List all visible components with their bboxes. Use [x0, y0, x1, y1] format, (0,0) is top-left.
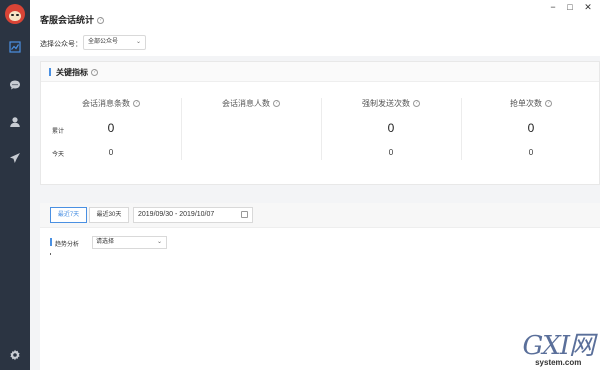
date-range-value: 2019/09/30 - 2019/10/07: [138, 211, 215, 218]
chevron-down-icon: ⌄: [135, 39, 141, 45]
metric-today-messages: 0: [108, 148, 114, 157]
chevron-down-icon: ⌄: [156, 239, 162, 245]
account-select-value: 全部公众号: [88, 39, 119, 45]
key-metrics-title-text: 关键指标: [56, 68, 88, 77]
chat-icon[interactable]: [7, 77, 23, 93]
row-label-today: 今天: [52, 152, 65, 158]
chart-icon[interactable]: [7, 39, 23, 55]
range-toolbar: 最近7天 最近30天 2019/09/30 - 2019/10/07: [40, 203, 600, 228]
avatar-eye-left: [11, 14, 14, 16]
main-content: 客服会话统计? − □ ✕ 选择公众号： 全部公众号 ⌄ 关键指标? 累计 今天…: [30, 0, 600, 370]
metric-label-text: 会话消息条数: [82, 99, 130, 108]
title-bar: 客服会话统计? − □ ✕ 选择公众号： 全部公众号 ⌄: [30, 0, 600, 56]
metric-label-users: 会话消息人数?: [201, 98, 301, 109]
divider: [321, 98, 322, 160]
minimize-button[interactable]: −: [546, 2, 560, 12]
calendar-icon: [241, 211, 248, 218]
chart-placeholder: [50, 253, 51, 255]
gear-icon[interactable]: [7, 347, 23, 363]
date-range-picker[interactable]: 2019/09/30 - 2019/10/07: [133, 207, 253, 223]
help-icon[interactable]: ?: [91, 69, 98, 77]
trend-panel: 最近7天 最近30天 2019/09/30 - 2019/10/07 趋势分析 …: [40, 203, 600, 370]
key-metrics-card: 关键指标? 累计 今天 会话消息条数? 会话消息人数? 强制发送次数? 抢单次数…: [40, 61, 600, 185]
key-metrics-header: 关键指标?: [41, 62, 599, 82]
page-title-text: 客服会话统计: [40, 15, 95, 25]
avatar[interactable]: [5, 4, 25, 24]
metric-total-forced: 0: [387, 121, 395, 135]
help-icon[interactable]: ?: [545, 100, 552, 108]
help-icon[interactable]: ?: [413, 100, 420, 108]
tab-last-7-days[interactable]: 最近7天: [50, 207, 87, 223]
metric-label-grab: 抢单次数?: [481, 98, 581, 109]
avatar-face: [9, 11, 21, 21]
metric-label-text: 会话消息人数: [222, 99, 270, 108]
metric-label-forced: 强制发送次数?: [341, 98, 441, 109]
sidebar: [0, 0, 30, 370]
avatar-eye-right: [16, 14, 19, 16]
key-metrics-title: 关键指标?: [56, 67, 98, 78]
watermark-big: GXI网: [522, 331, 595, 361]
watermark-logo: GXI网 system.com: [522, 331, 595, 367]
tab-last-30-days[interactable]: 最近30天: [89, 207, 129, 223]
metric-total-messages: 0: [107, 121, 115, 135]
metric-label-text: 抢单次数: [510, 99, 542, 108]
page-title: 客服会话统计?: [40, 13, 105, 26]
user-icon[interactable]: [7, 114, 23, 130]
metric-today-forced: 0: [388, 148, 394, 157]
maximize-button[interactable]: □: [563, 2, 577, 12]
row-label-total: 累计: [52, 129, 65, 135]
help-icon[interactable]: ?: [273, 100, 280, 108]
divider: [461, 98, 462, 160]
divider: [181, 98, 182, 160]
metric-today-grab: 0: [528, 148, 534, 157]
trend-select-value: 请选择: [96, 239, 115, 245]
metric-label-text: 强制发送次数: [362, 99, 410, 108]
account-select[interactable]: 全部公众号 ⌄: [83, 35, 146, 50]
trend-label: 趋势分析: [55, 242, 80, 248]
help-icon[interactable]: ?: [133, 100, 140, 108]
account-select-label: 选择公众号：: [40, 41, 82, 48]
trend-metric-select[interactable]: 请选择 ⌄: [92, 236, 167, 249]
section-accent-bar: [50, 238, 52, 246]
metric-total-grab: 0: [527, 121, 535, 135]
metric-label-messages: 会话消息条数?: [61, 98, 161, 109]
send-icon[interactable]: [7, 150, 23, 166]
help-icon[interactable]: ?: [97, 17, 105, 25]
close-button[interactable]: ✕: [581, 2, 595, 13]
section-accent-bar: [49, 68, 51, 76]
